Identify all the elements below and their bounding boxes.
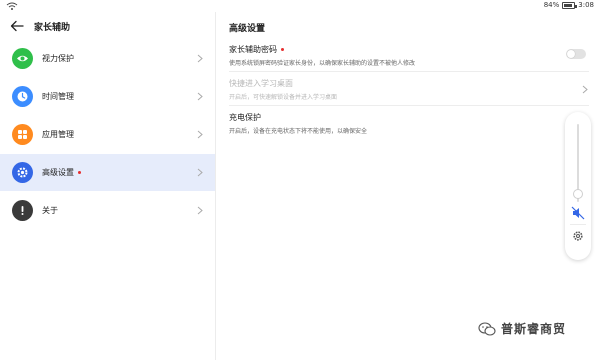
clock: 3:08 — [578, 1, 594, 9]
back-arrow-icon[interactable] — [10, 19, 24, 33]
chevron-right-icon — [197, 92, 203, 101]
apps-icon — [12, 124, 33, 145]
setting-title: 充电保护 — [229, 113, 261, 122]
notification-dot — [78, 171, 81, 174]
wifi-icon — [6, 2, 18, 10]
chevron-right-icon — [197, 130, 203, 139]
sidebar-item-time-management[interactable]: 时间管理 — [0, 78, 215, 115]
parent-password-toggle[interactable] — [566, 49, 586, 59]
chevron-right-icon — [582, 85, 588, 94]
sidebar-menu: 视力保护 时间管理 应用管理 高级设置 关于 — [0, 40, 215, 229]
setting-description: 开启后，设备在充电状态下将不能使用，以确保安全 — [229, 128, 368, 135]
notification-dot — [281, 48, 284, 51]
chevron-right-icon — [197, 54, 203, 63]
wechat-icon — [478, 321, 496, 336]
setting-title: 家长辅助密码 — [229, 45, 277, 54]
sidebar-item-label: 时间管理 — [42, 92, 74, 101]
settings-panel: 高级设置 家长辅助密码 使用系统锁屏密码验证家长身份，以确保家长辅助的设置不被他… — [217, 12, 600, 360]
page-title: 家长辅助 — [34, 22, 71, 33]
section-title: 高级设置 — [229, 24, 266, 34]
eye-icon — [12, 48, 33, 69]
sidebar-item-eye-protection[interactable]: 视力保护 — [0, 40, 215, 77]
divider — [229, 71, 589, 72]
sidebar-item-label: 视力保护 — [42, 54, 74, 63]
left-panel: 家长辅助 视力保护 时间管理 应用管理 高级设置 关于 — [0, 12, 216, 360]
setting-charging-protection[interactable]: 充电保护 开启后，设备在充电状态下将不能使用，以确保安全 — [229, 112, 589, 135]
speaker-muted-icon[interactable] — [571, 206, 585, 220]
setting-quick-study-desktop[interactable]: 快捷进入学习桌面 开启后，可快速解锁设备并进入学习桌面 — [229, 78, 589, 101]
sidebar-item-label: 应用管理 — [42, 130, 74, 139]
settings-gear-icon[interactable] — [572, 230, 584, 242]
status-bar: 84% 3:08 — [0, 0, 600, 12]
sidebar-item-about[interactable]: 关于 — [0, 192, 215, 229]
battery-icon — [562, 1, 578, 9]
chevron-right-icon — [197, 206, 203, 215]
sidebar-item-advanced-settings[interactable]: 高级设置 — [0, 154, 215, 191]
clock-icon — [12, 86, 33, 107]
sidebar-item-app-management[interactable]: 应用管理 — [0, 116, 215, 153]
divider — [229, 105, 589, 106]
left-header: 家长辅助 — [0, 12, 215, 40]
watermark-text: 普斯睿商贸 — [501, 322, 567, 336]
sidebar-item-label: 高级设置 — [42, 167, 81, 178]
info-icon — [12, 200, 33, 221]
setting-description: 开启后，可快速解锁设备并进入学习桌面 — [229, 94, 338, 101]
sidebar-item-label: 关于 — [42, 206, 58, 215]
battery-percent: 84% — [543, 1, 560, 9]
watermark: 普斯睿商贸 — [478, 320, 566, 337]
gear-icon — [12, 162, 33, 183]
setting-title: 快捷进入学习桌面 — [229, 79, 293, 88]
volume-slider-handle[interactable] — [573, 189, 583, 200]
setting-parent-password[interactable]: 家长辅助密码 使用系统锁屏密码验证家长身份，以确保家长辅助的设置不被他人修改 — [229, 44, 589, 67]
volume-panel — [565, 112, 591, 260]
setting-description: 使用系统锁屏密码验证家长身份，以确保家长辅助的设置不被他人修改 — [229, 60, 416, 67]
chevron-right-icon — [197, 168, 203, 177]
divider — [570, 224, 586, 225]
